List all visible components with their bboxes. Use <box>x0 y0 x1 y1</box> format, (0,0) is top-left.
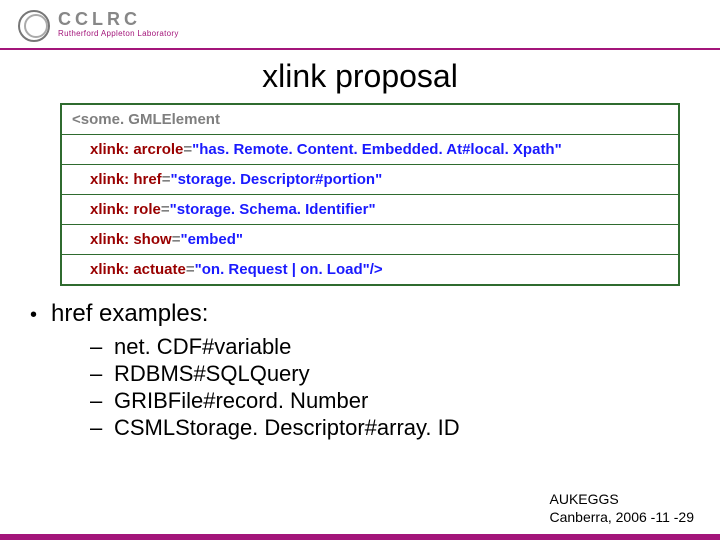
code-row: xlink: href="storage. Descriptor#portion… <box>62 165 678 195</box>
example-text: net. CDF#variable <box>114 334 291 360</box>
attr-name: xlink: show <box>90 231 172 248</box>
examples-heading: href examples: <box>51 300 208 328</box>
slide-footer: AUKEGGS Canberra, 2006 -11 -29 <box>550 491 695 526</box>
slide-header: CCLRC Rutherford Appleton Laboratory <box>0 0 720 50</box>
examples-section: • href examples: –net. CDF#variable –RDB… <box>30 300 720 441</box>
examples-heading-row: • href examples: <box>30 300 720 328</box>
attr-value: "has. Remote. Content. Embedded. At#loca… <box>192 141 562 158</box>
attr-name: xlink: href <box>90 171 162 188</box>
org-full: Rutherford Appleton Laboratory <box>58 30 179 38</box>
dash-icon: – <box>90 334 114 360</box>
footer-line2: Canberra, 2006 -11 -29 <box>550 509 695 527</box>
code-row: <some. GMLElement <box>62 105 678 135</box>
dash-icon: – <box>90 361 114 387</box>
code-box: <some. GMLElement xlink: arcrole="has. R… <box>60 103 680 286</box>
example-text: RDBMS#SQLQuery <box>114 361 310 387</box>
example-text: CSMLStorage. Descriptor#array. ID <box>114 415 460 441</box>
attr-value: "on. Request | on. Load"/> <box>195 261 383 278</box>
footer-line1: AUKEGGS <box>550 491 695 509</box>
code-row: xlink: arcrole="has. Remote. Content. Em… <box>62 135 678 165</box>
attr-value: "storage. Schema. Identifier" <box>170 201 376 218</box>
dash-icon: – <box>90 415 114 441</box>
list-item: –net. CDF#variable <box>90 334 720 360</box>
code-row: xlink: role="storage. Schema. Identifier… <box>62 195 678 225</box>
logo-text: CCLRC Rutherford Appleton Laboratory <box>58 10 179 38</box>
list-item: –GRIBFile#record. Number <box>90 388 720 414</box>
attr-name: xlink: arcrole <box>90 141 183 158</box>
dash-icon: – <box>90 388 114 414</box>
example-text: GRIBFile#record. Number <box>114 388 368 414</box>
org-acronym: CCLRC <box>58 10 179 28</box>
attr-name: xlink: role <box>90 201 161 218</box>
element-open: <some. GMLElement <box>72 111 220 128</box>
attr-name: xlink: actuate <box>90 261 186 278</box>
list-item: –CSMLStorage. Descriptor#array. ID <box>90 415 720 441</box>
code-row: xlink: show="embed" <box>62 225 678 255</box>
logo-icon <box>18 8 50 40</box>
code-row: xlink: actuate="on. Request | on. Load"/… <box>62 255 678 284</box>
attr-value: "embed" <box>180 231 243 248</box>
examples-list: –net. CDF#variable –RDBMS#SQLQuery –GRIB… <box>90 334 720 441</box>
list-item: –RDBMS#SQLQuery <box>90 361 720 387</box>
slide-title: xlink proposal <box>0 58 720 95</box>
bottom-accent-bar <box>0 534 720 540</box>
attr-value: "storage. Descriptor#portion" <box>170 171 382 188</box>
bullet-icon: • <box>30 304 37 327</box>
